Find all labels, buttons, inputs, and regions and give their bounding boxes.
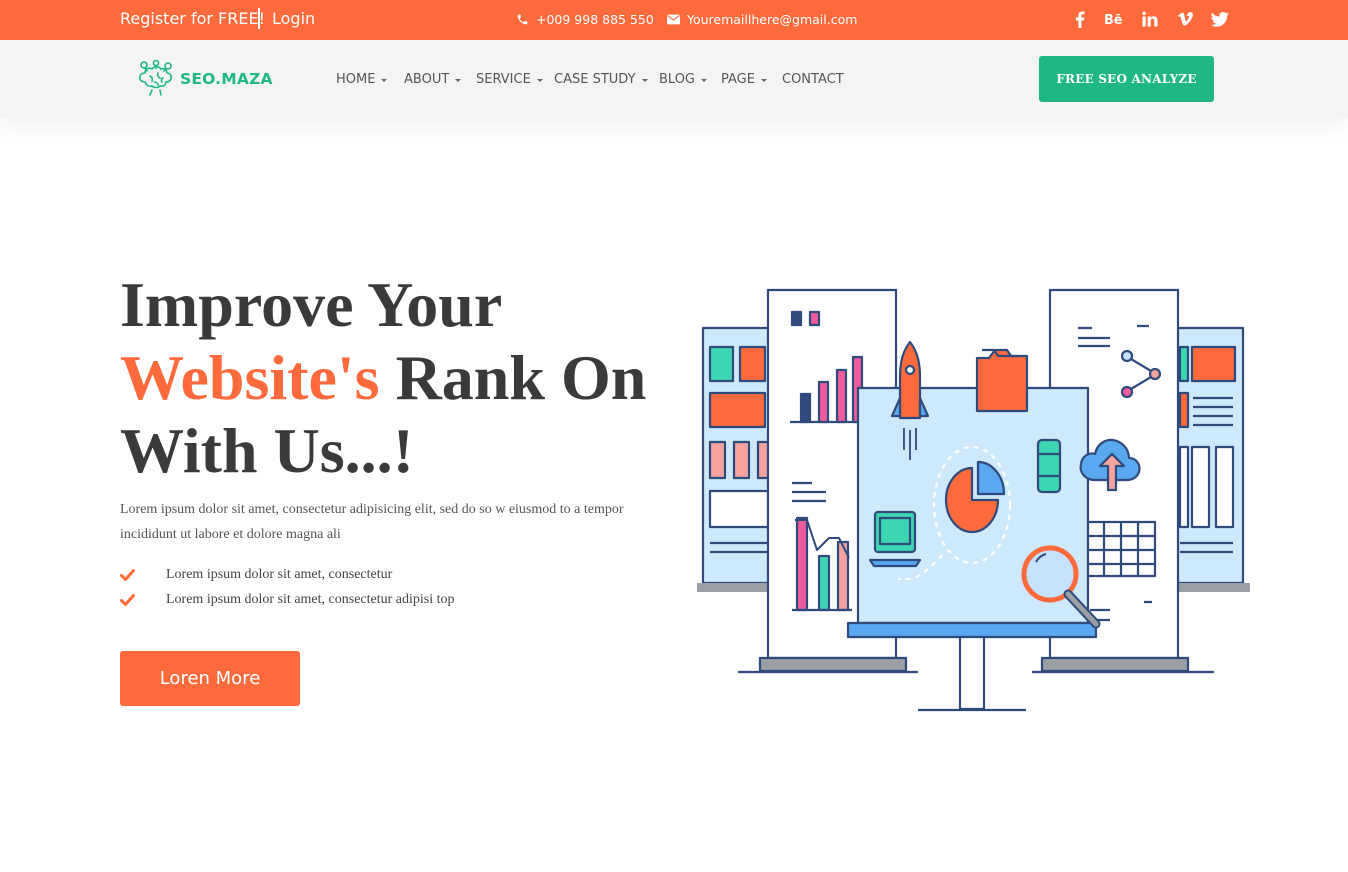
learn-more-button[interactable]: Loren More [120, 651, 300, 706]
phone-number: +009 998 885 550 [536, 12, 654, 27]
list-item-text: Lorem ipsum dolor sit amet, consectetur [166, 566, 393, 582]
list-item: Lorem ipsum dolor sit amet, consectetur [120, 562, 455, 587]
caret-down-icon [381, 78, 388, 82]
caret-down-icon [641, 78, 648, 82]
nav-item-label: ABOUT [404, 72, 450, 87]
hero-title-line-1: Improve Your [120, 269, 503, 340]
hero-title-line-2: Rank On [379, 342, 647, 413]
check-icon [120, 593, 166, 606]
logo-text: SEO.MAZA [180, 70, 273, 88]
list-item: Lorem ipsum dolor sit amet, consectetur … [120, 587, 455, 612]
free-seo-analyze-button[interactable]: FREE SEO ANALYZE [1039, 56, 1214, 102]
caret-down-icon [760, 78, 767, 82]
top-bar: Register for FREE! Login +009 998 885 55… [0, 0, 1348, 40]
vimeo-icon[interactable] [1167, 9, 1202, 29]
nav-item-home[interactable]: HOME [336, 72, 404, 87]
linkedin-icon[interactable] [1132, 9, 1167, 29]
twitter-icon[interactable] [1202, 9, 1237, 29]
hero-title-accent: Website's [120, 342, 380, 413]
caret-down-icon [455, 78, 462, 82]
brain-logo-icon [138, 60, 173, 96]
nav-item-label: CASE STUDY [554, 72, 636, 87]
email-address: Youremaillhere@gmail.com [687, 12, 858, 27]
nav-item-label: PAGE [721, 72, 755, 87]
register-link[interactable]: Register for FREE! [120, 9, 265, 28]
topbar-email[interactable]: Youremaillhere@gmail.com [667, 12, 857, 27]
check-icon [120, 568, 166, 581]
hero-feature-list: Lorem ipsum dolor sit amet, consectetur … [120, 562, 455, 612]
nav-item-service[interactable]: SERVICE [476, 72, 554, 87]
list-item-text: Lorem ipsum dolor sit amet, consectetur … [166, 591, 455, 607]
topbar-phone[interactable]: +009 998 885 550 [516, 12, 654, 27]
topbar-divider [258, 8, 260, 29]
main-menu: HOME ABOUT SERVICE CASE STUDY BLOG PAGE … [336, 72, 844, 87]
facebook-icon[interactable] [1062, 9, 1097, 29]
phone-icon [517, 14, 528, 25]
nav-item-about[interactable]: ABOUT [404, 72, 476, 87]
nav-item-contact[interactable]: CONTACT [782, 72, 844, 87]
svg-text:Bē: Bē [1104, 13, 1123, 27]
social-links: Bē [1062, 9, 1237, 29]
caret-down-icon [701, 78, 708, 82]
nav-item-case-study[interactable]: CASE STUDY [554, 72, 659, 87]
nav-item-label: HOME [336, 72, 376, 87]
main-navbar: SEO.MAZA HOME ABOUT SERVICE CASE STUDY B… [0, 40, 1348, 118]
behance-icon[interactable]: Bē [1097, 9, 1132, 29]
hero-description: Lorem ipsum dolor sit amet, consectetur … [120, 502, 624, 542]
envelope-icon [667, 14, 680, 25]
hero-title: Improve Your Website's Rank On With Us..… [120, 268, 646, 487]
nav-item-page[interactable]: PAGE [721, 72, 782, 87]
nav-item-label: SERVICE [476, 72, 531, 87]
seo-dashboard-illustration [697, 288, 1250, 712]
nav-item-blog[interactable]: BLOG [659, 72, 721, 87]
caret-down-icon [536, 78, 543, 82]
nav-item-label: CONTACT [782, 72, 844, 87]
site-logo[interactable]: SEO.MAZA [136, 60, 273, 98]
login-link[interactable]: Login [272, 9, 315, 28]
hero-title-line-3: With Us...! [120, 415, 414, 486]
nav-item-label: BLOG [659, 72, 696, 87]
